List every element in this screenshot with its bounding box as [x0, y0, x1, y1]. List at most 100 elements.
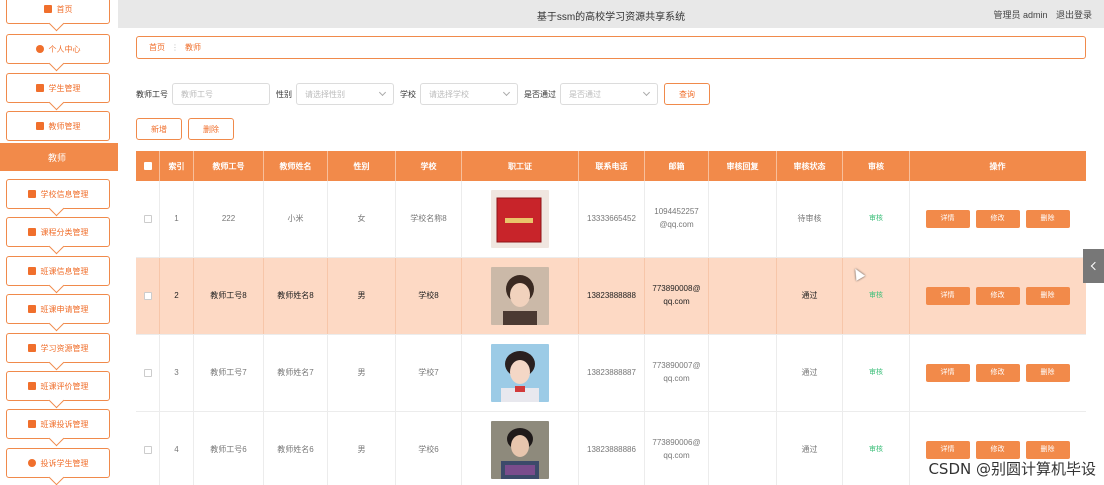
cell-teacher-name: 教师姓名8 — [264, 258, 328, 334]
sidebar-subitem-teacher[interactable]: 教师 — [0, 143, 118, 171]
breadcrumb: 首页 ⋮ 教师 — [136, 36, 1086, 59]
sidebar-item-profile[interactable]: 个人中心 — [6, 34, 110, 64]
cell-operations: 详情 修改 删除 — [910, 258, 1085, 334]
cell-audit-status: 通过 — [777, 258, 843, 334]
audit-link[interactable]: 审核 — [869, 290, 883, 301]
cell-audit-reply — [709, 412, 777, 485]
row-checkbox[interactable] — [143, 215, 152, 223]
delete-button[interactable]: 删除 — [1025, 210, 1070, 228]
email-line-1: 773890007@ — [652, 361, 701, 371]
cell-school: 学校7 — [396, 335, 462, 411]
cell-school: 学校名称8 — [396, 181, 462, 257]
edit-button[interactable]: 修改 — [975, 364, 1020, 382]
cell-audit-reply — [709, 258, 777, 334]
pass-select[interactable]: 是否通过 — [560, 83, 658, 105]
gender-placeholder: 请选择性别 — [305, 89, 345, 99]
select-all-checkbox[interactable] — [143, 162, 152, 170]
cell-gender: 女 — [328, 181, 396, 257]
row-checkbox[interactable] — [143, 446, 152, 454]
cell-gender: 男 — [328, 335, 396, 411]
edit-button[interactable]: 修改 — [975, 287, 1020, 305]
audit-link[interactable]: 审核 — [869, 444, 883, 455]
sidebar-subitem-label: 教师 — [48, 152, 67, 163]
sidebar-item-class-applications[interactable]: 班课申请管理 — [6, 294, 110, 324]
detail-button[interactable]: 详情 — [925, 210, 970, 228]
audit-link[interactable]: 审核 — [869, 213, 883, 224]
sidebar-item-resources[interactable]: 学习资源管理 — [6, 333, 110, 363]
breadcrumb-home[interactable]: 首页 — [149, 42, 165, 53]
delete-button[interactable]: 删除 — [1025, 287, 1070, 305]
cell-email: 773890008@ qq.com — [645, 258, 709, 334]
header-user-area: 管理员 admin 退出登录 — [987, 8, 1092, 21]
detail-button[interactable]: 详情 — [925, 441, 970, 459]
table-row: 3 教师工号7 教师姓名7 男 学校7 13823888887 77389000… — [136, 335, 1086, 412]
search-bar: 教师工号 教师工号 性别 请选择性别 学校 请选择学校 是否通过 是否通过 查询 — [136, 82, 710, 106]
header-certificate: 职工证 — [462, 151, 579, 181]
teacher-no-placeholder: 教师工号 — [181, 89, 213, 99]
delete-button[interactable]: 删除 — [1025, 441, 1070, 459]
grid-icon — [35, 84, 44, 92]
briefcase-icon — [35, 122, 44, 130]
chevron-down-icon — [642, 88, 651, 97]
gender-label: 性别 — [276, 89, 292, 99]
grid-icon — [27, 190, 36, 198]
gender-select[interactable]: 请选择性别 — [296, 83, 394, 105]
sidebar-item-schools[interactable]: 学校信息管理 — [6, 179, 110, 209]
app-title: 基于ssm的高校学习资源共享系统 — [536, 12, 686, 23]
certificate-image[interactable] — [491, 267, 549, 325]
sidebar-item-label: 个人中心 — [48, 44, 81, 54]
audit-link[interactable]: 审核 — [869, 367, 883, 378]
grid-icon — [27, 267, 36, 275]
header-index: 索引 — [160, 151, 194, 181]
edit-button[interactable]: 修改 — [975, 441, 1020, 459]
email-line-2: qq.com — [663, 297, 690, 306]
school-select[interactable]: 请选择学校 — [420, 83, 518, 105]
teacher-no-label: 教师工号 — [136, 89, 168, 99]
sidebar-item-class-reviews[interactable]: 班课评价管理 — [6, 371, 110, 401]
row-checkbox[interactable] — [143, 369, 152, 377]
add-button[interactable]: 新增 — [136, 118, 182, 140]
collapse-tab[interactable] — [1083, 249, 1104, 283]
cell-gender: 男 — [328, 412, 396, 485]
user-icon — [27, 459, 36, 467]
certificate-image[interactable] — [491, 190, 549, 248]
cell-teacher-no: 教师工号6 — [194, 412, 264, 485]
sidebar-item-class-info[interactable]: 班课信息管理 — [6, 256, 110, 286]
query-button[interactable]: 查询 — [664, 83, 710, 105]
detail-button[interactable]: 详情 — [925, 364, 970, 382]
header-teacher-name: 教师姓名 — [264, 151, 328, 181]
email-line-2: qq.com — [663, 451, 690, 460]
teacher-no-input[interactable]: 教师工号 — [172, 83, 270, 105]
pass-placeholder: 是否通过 — [569, 89, 601, 99]
grid-icon — [27, 344, 36, 352]
header-phone: 联系电话 — [579, 151, 645, 181]
cell-audit: 审核 — [843, 181, 910, 257]
top-header: 基于ssm的高校学习资源共享系统 管理员 admin 退出登录 — [118, 0, 1104, 28]
delete-button[interactable]: 删除 — [1025, 364, 1070, 382]
cell-audit: 审核 — [843, 335, 910, 411]
batch-delete-button[interactable]: 删除 — [188, 118, 234, 140]
email-line-1: 1094452257 — [654, 207, 699, 217]
breadcrumb-separator: ⋮ — [171, 43, 179, 52]
sidebar-item-student-complaints[interactable]: 投诉学生管理 — [6, 448, 110, 478]
row-checkbox[interactable] — [143, 292, 152, 300]
certificate-image[interactable] — [491, 421, 549, 479]
cell-certificate — [462, 412, 579, 485]
detail-button[interactable]: 详情 — [925, 287, 970, 305]
sidebar-item-class-complaints[interactable]: 班课投诉管理 — [6, 409, 110, 439]
sidebar-item-teachers[interactable]: 教师管理 — [6, 111, 110, 141]
cell-index: 2 — [160, 258, 194, 334]
certificate-image[interactable] — [491, 344, 549, 402]
logout-link[interactable]: 退出登录 — [1056, 10, 1092, 20]
watermark: CSDN @别圆计算机毕设 — [928, 460, 1096, 478]
sidebar-item-label: 学习资源管理 — [40, 343, 89, 353]
edit-button[interactable]: 修改 — [975, 210, 1020, 228]
sidebar-item-home[interactable]: 首页 — [6, 0, 110, 24]
sidebar-item-students[interactable]: 学生管理 — [6, 73, 110, 103]
header-select-all[interactable] — [136, 151, 160, 181]
sidebar-item-course-categories[interactable]: 课程分类管理 — [6, 217, 110, 247]
header-gender: 性别 — [328, 151, 396, 181]
cell-email: 1094452257 @qq.com — [645, 181, 709, 257]
cell-certificate — [462, 258, 579, 334]
pass-label: 是否通过 — [524, 89, 556, 99]
